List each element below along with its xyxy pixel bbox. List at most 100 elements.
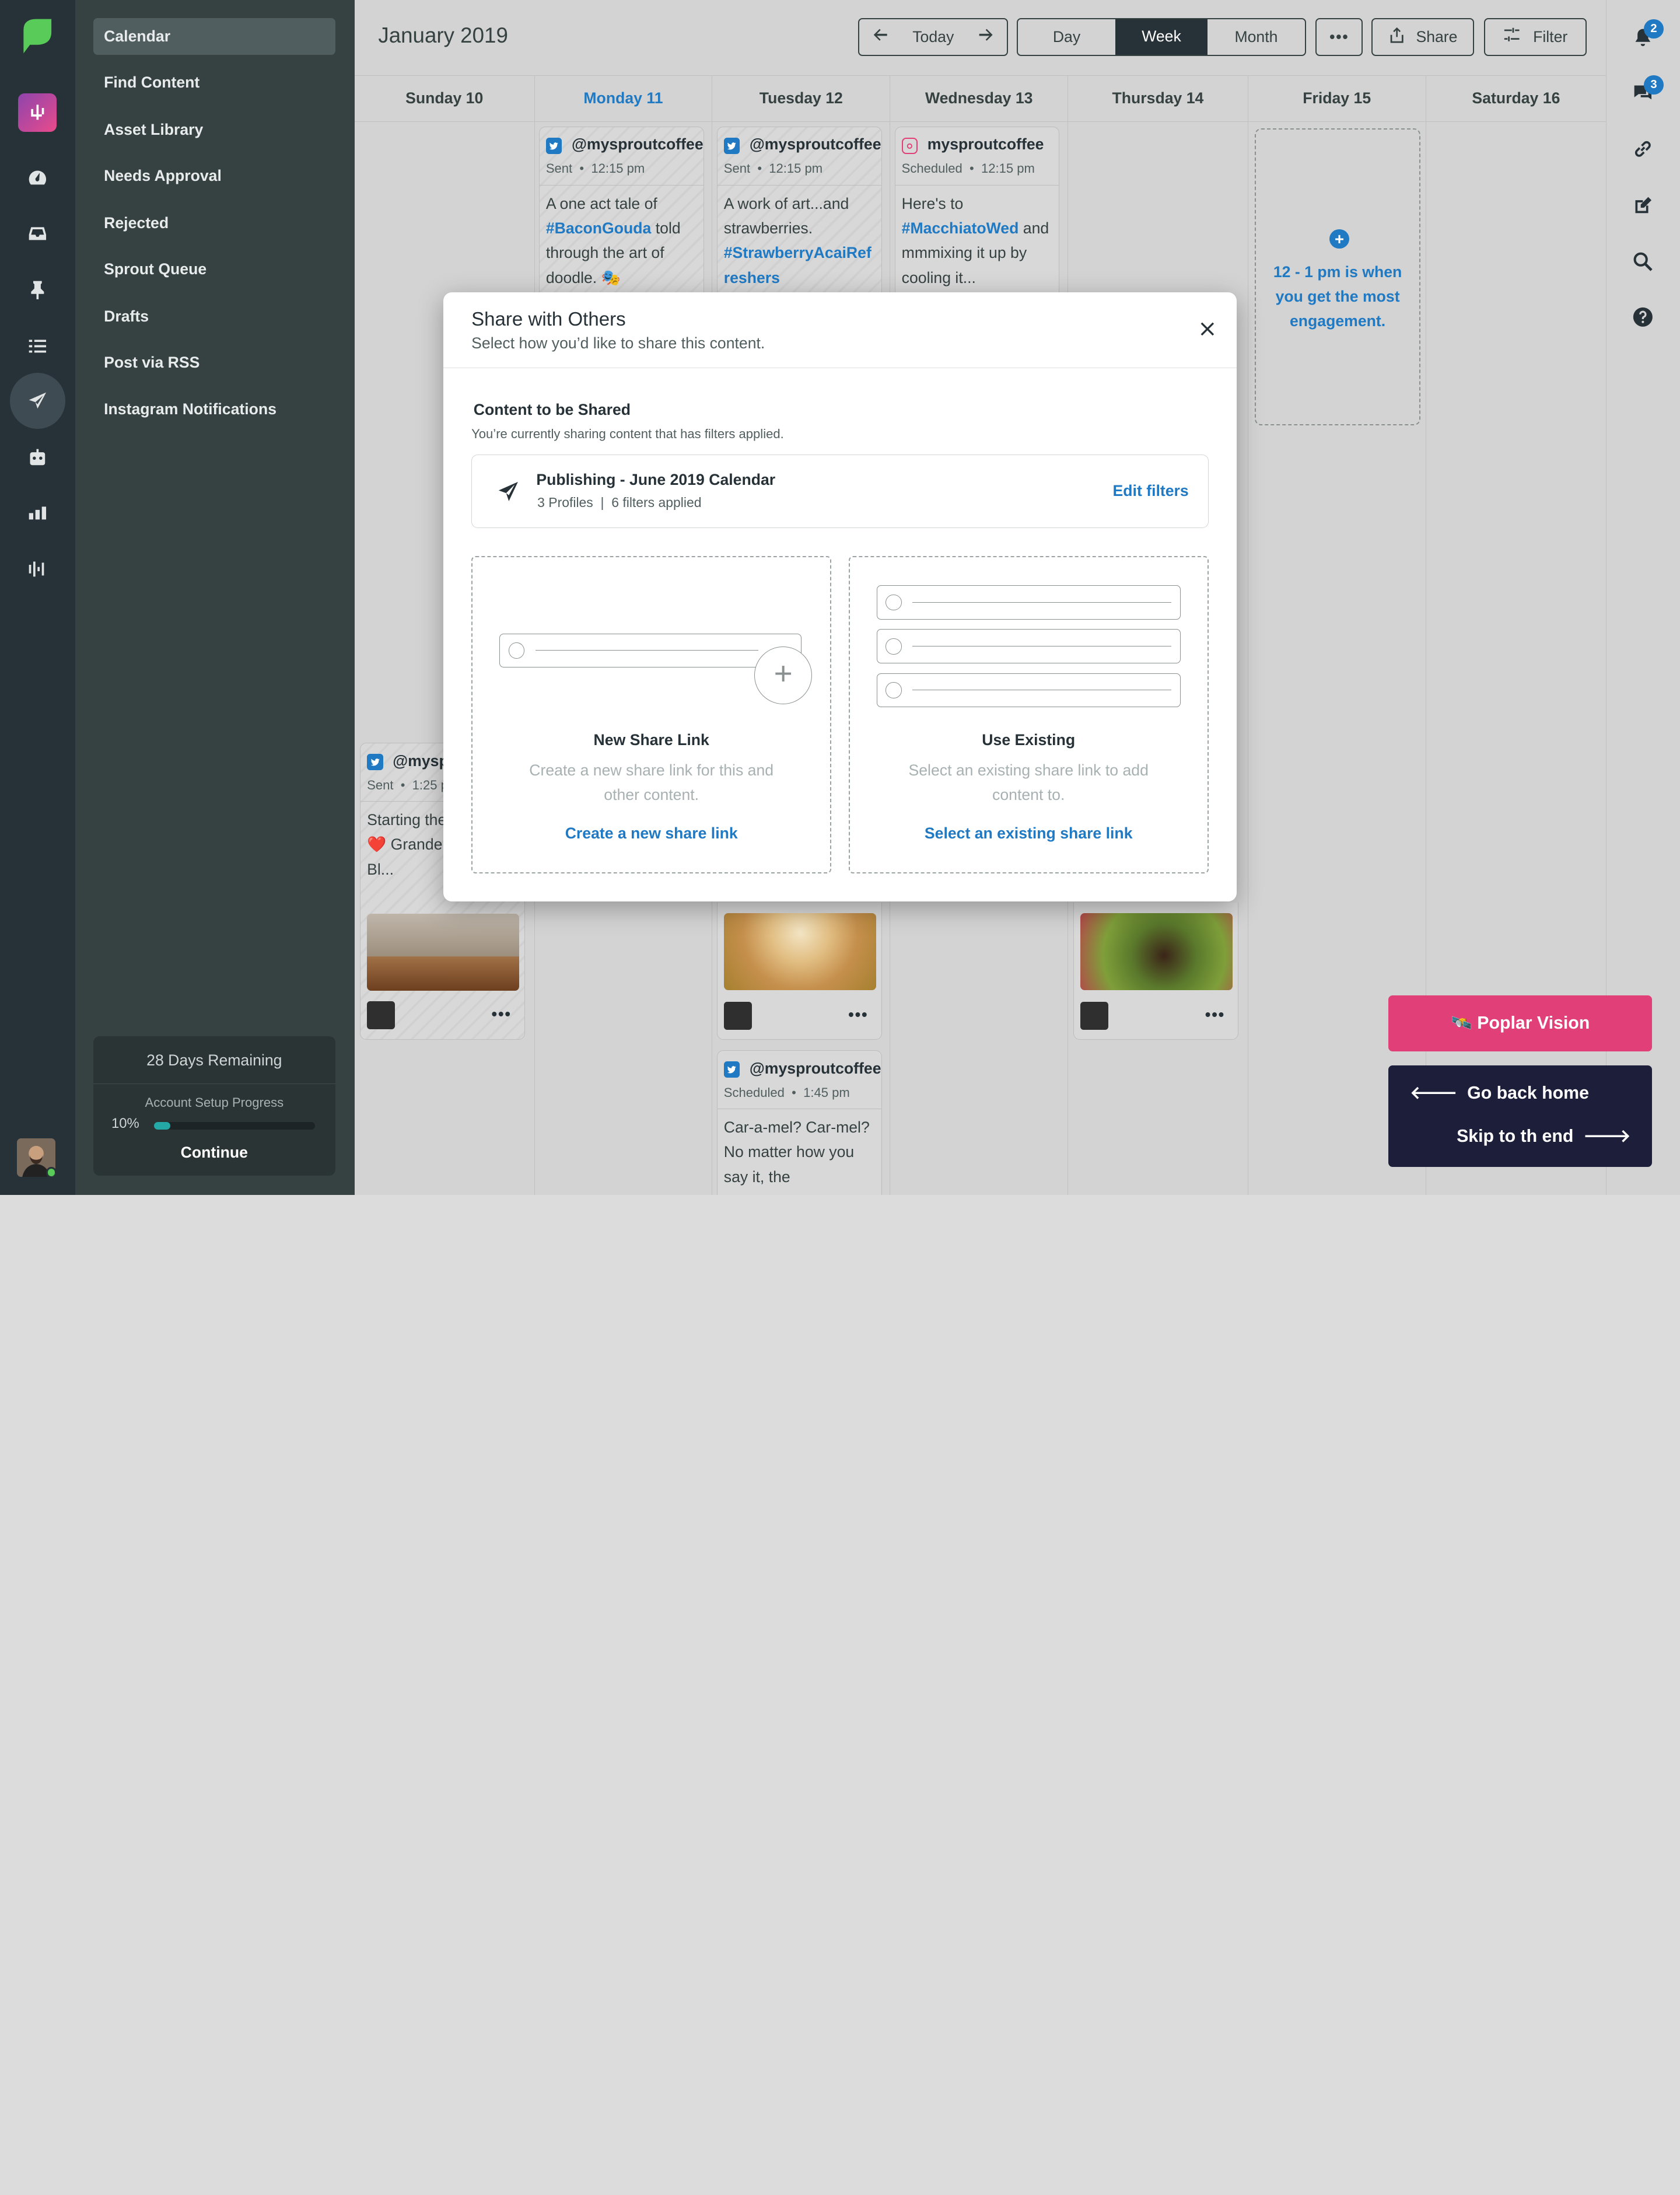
hashtag-link[interactable]: #StrawberryAcaiRef reshers — [724, 244, 872, 286]
list-icon[interactable] — [18, 327, 57, 365]
prev-week-arrow-icon[interactable] — [872, 26, 889, 47]
poplar-vision-label: Poplar Vision — [1477, 1013, 1590, 1033]
reports-icon[interactable] — [18, 494, 57, 533]
view-day-button[interactable]: Day — [1018, 20, 1115, 54]
post-card-thursday-lower[interactable]: ••• — [1073, 902, 1239, 1040]
day-header-monday[interactable]: Monday 11 — [535, 75, 713, 123]
skip-to-end-button[interactable]: Skip to th end 🡒 — [1457, 1126, 1630, 1147]
link-icon[interactable] — [1631, 137, 1654, 160]
pin-icon[interactable] — [18, 270, 57, 309]
skip-label: Skip to th end — [1457, 1126, 1574, 1146]
close-icon[interactable] — [1197, 318, 1219, 340]
post-status: Scheduled — [901, 161, 963, 176]
illustration-line — [535, 650, 758, 651]
trial-divider — [93, 1083, 335, 1084]
listening-icon[interactable] — [18, 550, 57, 588]
add-post-plus-icon[interactable]: + — [1329, 229, 1349, 249]
tour-navigation-panel: 🡐 Go back home Skip to th end 🡒 — [1388, 1065, 1653, 1168]
subnav-item-rejected[interactable]: Rejected — [93, 205, 335, 241]
inbox-icon[interactable] — [18, 214, 57, 253]
app-switcher-icon[interactable] — [18, 93, 57, 132]
new-share-link-option[interactable]: + New Share Link Create a new share link… — [471, 556, 832, 873]
subnav-item-find-content[interactable]: Find Content — [93, 64, 335, 100]
post-more-icon[interactable]: ••• — [848, 1005, 868, 1024]
paper-plane-icon — [498, 481, 521, 504]
post-more-icon[interactable]: ••• — [491, 1005, 511, 1023]
subnav-item-calendar[interactable]: Calendar — [93, 18, 335, 55]
post-status-meta: Sent • 12:15 pm — [545, 161, 645, 176]
day-header-tuesday[interactable]: Tuesday 12 — [712, 75, 891, 123]
content-meta: 3 Profiles | 6 filters applied — [537, 494, 702, 510]
post-text: A one act tale of — [545, 194, 657, 212]
author-avatar — [723, 1002, 752, 1030]
hashtag-link[interactable]: #MacchiatoWed — [902, 219, 1019, 237]
sprout-logo-icon[interactable] — [19, 17, 54, 55]
post-body: Car-a-mel? Car-mel? No matter how you sa… — [723, 1119, 870, 1186]
today-button[interactable]: Today — [912, 28, 954, 46]
post-time: 12:15 pm — [769, 161, 823, 176]
publishing-subnav: Calendar Find Content Asset Library Need… — [75, 0, 355, 1195]
continue-button[interactable]: Continue — [93, 1144, 335, 1162]
subnav-item-drafts[interactable]: Drafts — [93, 298, 335, 334]
day-header-wednesday[interactable]: Wednesday 13 — [890, 75, 1069, 123]
user-avatar[interactable] — [17, 1138, 56, 1177]
use-existing-option[interactable]: Use Existing Select an existing share li… — [848, 556, 1209, 873]
compose-icon[interactable] — [1631, 194, 1654, 217]
bot-icon[interactable] — [18, 438, 57, 477]
content-heading: Content to be Shared — [473, 400, 631, 418]
help-icon[interactable] — [1631, 305, 1654, 328]
poplar-vision-button[interactable]: 🛰️ Poplar Vision — [1388, 995, 1653, 1051]
next-week-arrow-icon[interactable] — [977, 26, 994, 47]
iced-coffee-image[interactable] — [367, 913, 519, 991]
post-time: 12:15 pm — [591, 161, 645, 176]
add-plus-icon: + — [754, 646, 813, 704]
post-account-name: mysproutcoffee — [927, 135, 1044, 153]
filter-sliders-icon — [1503, 26, 1520, 47]
post-card-tuesday[interactable]: @mysproutcoffee Sent • 12:15 pm A work o… — [716, 126, 882, 298]
share-button[interactable]: Share — [1371, 18, 1475, 56]
day-header-saturday[interactable]: Saturday 16 — [1426, 76, 1606, 123]
engagement-tip-slot[interactable]: + 12 - 1 pm is when you get the most eng… — [1254, 128, 1421, 426]
hashtag-link[interactable]: #BaconGouda — [546, 219, 652, 237]
post-status: Sent — [723, 161, 751, 176]
subnav-item-instagram-notifications[interactable]: Instagram Notifications — [93, 391, 335, 427]
illustration-line — [912, 602, 1172, 603]
coffee-beans-image[interactable] — [1080, 913, 1233, 991]
publishing-icon[interactable] — [9, 373, 66, 429]
create-new-share-link[interactable]: Create a new share link — [473, 824, 830, 843]
app-root: Calendar Find Content Asset Library Need… — [0, 0, 1680, 1195]
content-filter-note: You’re currently sharing content that ha… — [471, 426, 784, 441]
filter-button[interactable]: Filter — [1483, 18, 1587, 56]
icon-rail — [0, 0, 75, 1195]
edit-filters-link[interactable]: Edit filters — [1113, 482, 1189, 500]
go-back-home-button[interactable]: 🡐 Go back home — [1410, 1082, 1589, 1103]
post-card-wednesday[interactable]: mysproutcoffee Scheduled • 12:15 pm Here… — [894, 126, 1060, 298]
setup-progress-fill — [154, 1122, 171, 1130]
post-more-icon[interactable]: ••• — [1205, 1005, 1225, 1024]
caramel-drink-image[interactable] — [723, 913, 876, 991]
dashboard-icon[interactable] — [18, 159, 57, 197]
subnav-item-sprout-queue[interactable]: Sprout Queue — [93, 251, 335, 287]
subnav-item-asset-library[interactable]: Asset Library — [93, 111, 335, 148]
day-header-sunday[interactable]: Sunday 10 — [355, 75, 535, 123]
view-month-button[interactable]: Month — [1208, 20, 1305, 54]
search-icon[interactable] — [1631, 250, 1654, 273]
post-card-tuesday-scheduled[interactable]: @mysproutcoffee Scheduled • 1:45 pm Car-… — [716, 1050, 882, 1195]
view-week-button[interactable]: Week — [1115, 19, 1208, 55]
post-account-name: @mysproutcoffee — [749, 135, 881, 153]
new-link-title: New Share Link — [593, 730, 709, 749]
day-header-friday[interactable]: Friday 15 — [1248, 75, 1426, 123]
arrow-right-icon: 🡒 — [1583, 1126, 1631, 1146]
new-link-description: Create a new share link for this and oth… — [529, 761, 774, 803]
subnav-item-post-via-rss[interactable]: Post via RSS — [93, 344, 335, 380]
engagement-tip-text: 12 - 1 pm is when you get the most engag… — [1273, 263, 1402, 330]
post-card-monday[interactable]: @mysproutcoffee Sent • 12:15 pm A one ac… — [538, 126, 704, 298]
subnav-item-needs-approval[interactable]: Needs Approval — [93, 158, 335, 194]
post-account-name: @mysp — [393, 752, 449, 770]
day-header-thursday[interactable]: Thursday 14 — [1068, 75, 1248, 123]
existing-link-illustration-row — [876, 585, 1181, 620]
view-switcher: Day Week Month — [1017, 18, 1306, 56]
post-card-tuesday-lower[interactable]: ••• — [716, 902, 882, 1040]
more-options-button[interactable]: ••• — [1315, 18, 1363, 56]
select-existing-share-link[interactable]: Select an existing share link — [850, 824, 1208, 843]
